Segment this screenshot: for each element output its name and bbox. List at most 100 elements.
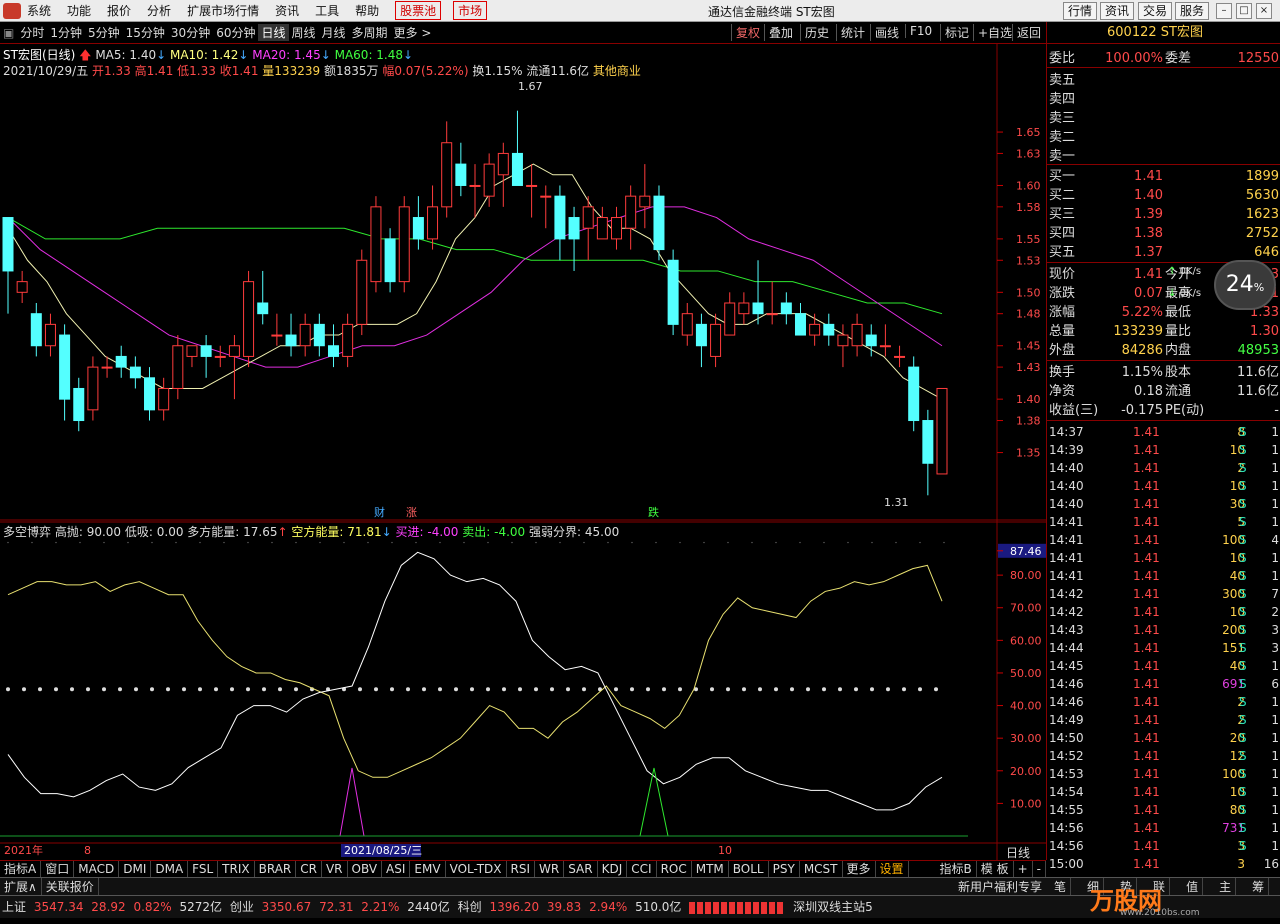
menu-analysis[interactable]: 分析 [147, 2, 171, 19]
period-tab[interactable]: 1分钟 [47, 24, 85, 41]
indicator-tab[interactable]: VOL-TDX [446, 861, 507, 877]
indicator-tab[interactable]: PSY [769, 861, 800, 877]
indicator-tab[interactable]: EMV [410, 861, 446, 877]
f10-button[interactable]: F10 [905, 24, 936, 38]
menu-news[interactable]: 资讯 [275, 2, 299, 19]
period-tab[interactable]: 5分钟 [85, 24, 123, 41]
indicator-tab[interactable]: 设置 [876, 861, 909, 877]
tick-row: 14:44 1.41 151 S 3 [1047, 639, 1280, 657]
candle-body [681, 313, 693, 336]
indicator-tab[interactable]: DMA [151, 861, 189, 877]
indicator-tab[interactable]: 更多 [843, 861, 876, 877]
high-dot [319, 541, 321, 544]
view-tab[interactable]: 值 [1182, 878, 1204, 895]
high-dot [223, 541, 225, 544]
stat-label: 外盘 [1049, 343, 1076, 358]
candle-body [710, 323, 722, 357]
view-tab[interactable]: 笔 [1050, 878, 1072, 895]
indicator-tab[interactable]: CR [296, 861, 322, 877]
menu-tools[interactable]: 工具 [315, 2, 339, 19]
period-tab[interactable]: 分时 [17, 24, 47, 41]
indicator-right-button[interactable]: 模 板 [977, 861, 1014, 877]
indicator-tab[interactable]: ASI [382, 861, 411, 877]
indicator-tab[interactable]: FSL [188, 861, 219, 877]
indicator-tab[interactable]: KDJ [598, 861, 628, 877]
indicator-tab[interactable]: RSI [507, 861, 536, 877]
maximize-icon[interactable]: □ [1236, 3, 1252, 19]
stock-pool-button[interactable]: 股票池 [395, 1, 442, 20]
indicator-right-button[interactable]: 指标B [936, 861, 977, 877]
stat-value-2: 11.6亿 [1237, 365, 1279, 380]
tick-cell: S [1239, 695, 1247, 709]
period-tab[interactable]: 15分钟 [123, 24, 168, 41]
view-tab[interactable]: 筹 [1248, 878, 1270, 895]
indicator-tab[interactable]: WR [535, 861, 565, 877]
stats-button[interactable]: 统计 [836, 24, 869, 41]
tick-cell: 14:42 [1049, 605, 1084, 619]
bid-volume: 1899 [1245, 169, 1279, 184]
indicator-tab[interactable]: OBV [348, 861, 383, 877]
adjust-button[interactable]: 复权 [731, 24, 764, 41]
quote-panel: 600122 ST宏图 委比 100.00% 委差 12550 卖五 卖四 卖三 卖二… [1046, 22, 1280, 871]
indicator-tab[interactable]: MACD [74, 861, 120, 877]
news-tab-button[interactable]: 资讯 [1100, 2, 1135, 20]
draw-button[interactable]: 画线 [870, 24, 903, 41]
indicator-tab[interactable]: DMI [119, 861, 152, 877]
tick-cell: 14:46 [1049, 695, 1084, 709]
minimize-icon[interactable]: – [1216, 3, 1232, 19]
quote-tab-button[interactable]: 行情 [1063, 2, 1098, 20]
related-quote-button[interactable]: 关联报价 [42, 878, 99, 895]
speed-dial[interactable]: 24% [1214, 260, 1276, 310]
indicator-tab[interactable]: 窗口 [41, 861, 75, 877]
menu-function[interactable]: 功能 [67, 2, 91, 19]
indicator-tab[interactable]: MTM [692, 861, 729, 877]
indicator-tab[interactable]: 指标A [0, 861, 42, 877]
border-dot [86, 687, 90, 692]
period-tab-daily[interactable]: 日线 [258, 24, 289, 41]
indicator-tab[interactable]: CCI [627, 861, 657, 877]
indicator-tab[interactable]: SAR [564, 861, 598, 877]
period-tab[interactable]: 30分钟 [168, 24, 213, 41]
tick-cell: 1.41 [1133, 533, 1160, 547]
tick-cell: 14:46 [1049, 677, 1084, 691]
indicator-tab[interactable]: TRIX [218, 861, 255, 877]
close-icon[interactable]: × [1256, 3, 1272, 19]
period-tab[interactable]: 60分钟 [213, 24, 258, 41]
period-tab[interactable]: 周线 [289, 24, 319, 41]
overlay-button[interactable]: 叠加 [764, 24, 797, 41]
period-tab-more[interactable]: 更多 > [391, 24, 435, 41]
promo-link[interactable]: 新用户福利专享 [958, 878, 1042, 895]
indicator-tab[interactable]: BOLL [729, 861, 769, 877]
tick-cell: 3 [1237, 857, 1245, 871]
menu-quote[interactable]: 报价 [107, 2, 131, 19]
indicator-tab[interactable]: VR [322, 861, 348, 877]
indicator-tab[interactable]: BRAR [255, 861, 297, 877]
trade-tab-button[interactable]: 交易 [1138, 2, 1173, 20]
menu-ext-market[interactable]: 扩展市场行情 [187, 2, 259, 19]
kc-amount: 510.0亿 [635, 900, 682, 914]
kline-chart[interactable]: 1.65 1.63 1.60 1.58 1.55 1.53 1.50 1.48 1.45 1.43… [0, 44, 1046, 860]
view-tab[interactable]: 主 [1215, 878, 1237, 895]
server-station[interactable]: 深圳双线主站5 [793, 900, 873, 914]
mark-button[interactable]: 标记 [940, 24, 973, 41]
indicator-right-button[interactable]: - [1033, 861, 1046, 877]
panel-toggle-icon[interactable]: ▣ [0, 26, 17, 40]
tick-cell: 14:54 [1049, 785, 1084, 799]
add-watchlist-button[interactable]: +自选 [973, 24, 1016, 41]
indicator-tab[interactable]: MCST [800, 861, 843, 877]
back-button[interactable]: 返回 [1012, 24, 1045, 41]
history-button[interactable]: 历史 [800, 24, 833, 41]
service-tab-button[interactable]: 服务 [1175, 2, 1210, 20]
period-tab[interactable]: 多周期 [349, 24, 391, 41]
expand-button[interactable]: 扩展∧ [0, 878, 42, 895]
period-tab[interactable]: 月线 [319, 24, 349, 41]
indicator-right-button[interactable]: + [1014, 861, 1033, 877]
y-tick-label: 1.38 [1016, 415, 1041, 428]
indicator-tab[interactable]: ROC [657, 861, 692, 877]
market-button[interactable]: 市场 [453, 1, 488, 20]
menu-system[interactable]: 系统 [27, 2, 51, 19]
menu-help[interactable]: 帮助 [355, 2, 379, 19]
candle-body [200, 345, 212, 357]
stock-code-title: 600122 ST宏图 [1047, 22, 1280, 44]
border-dot [198, 687, 202, 692]
